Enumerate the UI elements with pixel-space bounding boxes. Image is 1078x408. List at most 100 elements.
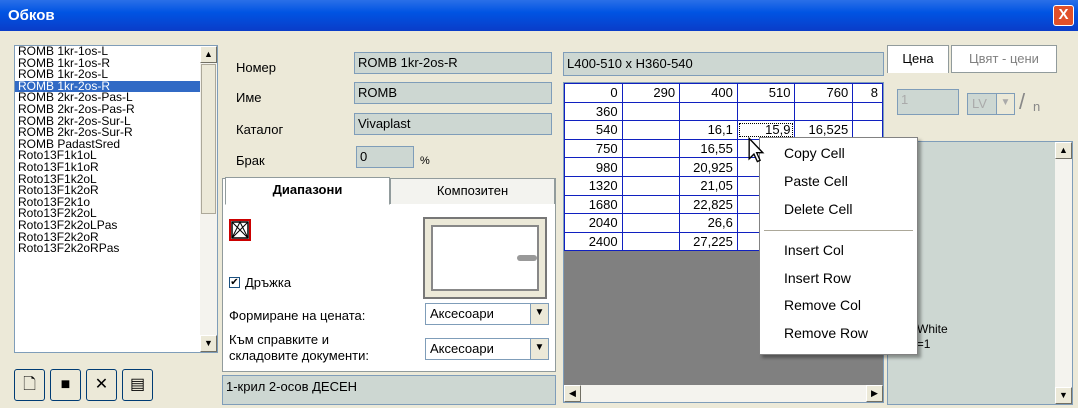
grid-cell[interactable]: 16,55 <box>679 138 738 159</box>
scroll-up-icon[interactable]: ▲ <box>1055 142 1072 159</box>
reports-select[interactable]: Аксесоари ▼ <box>425 338 549 360</box>
list-item[interactable]: ROMB 1kr-2os-R <box>15 80 202 93</box>
currency-select[interactable]: LV ▼ <box>967 93 1015 115</box>
grid-cell[interactable] <box>736 101 796 122</box>
scroll-right-icon[interactable]: ▶ <box>866 385 883 402</box>
list-item[interactable]: ROMB 2kr-2os-Sur-L <box>15 116 202 128</box>
list-item[interactable]: Roto13F1k2oL <box>15 174 202 186</box>
grid-cell[interactable]: 26,6 <box>679 213 738 233</box>
price-field[interactable]: 1 <box>897 89 959 115</box>
range-label: L400-510 x H360-540 <box>563 52 884 76</box>
context-menu: Copy Cell Paste Cell Delete Cell Insert … <box>759 137 918 355</box>
list-item[interactable]: Roto13F2k2oL <box>15 208 202 220</box>
list-item[interactable]: Roto13F1k1oL <box>15 150 202 162</box>
grid-cell[interactable]: 750 <box>564 138 623 159</box>
grid-cell[interactable] <box>621 175 681 196</box>
delete-button[interactable]: ✕ <box>86 369 117 401</box>
new-button[interactable]: 🗋 <box>14 369 45 401</box>
grid-cell[interactable] <box>621 213 681 233</box>
grid-cell[interactable]: 1320 <box>564 175 623 196</box>
tab-ranges[interactable]: Диапазони <box>225 177 390 205</box>
grid-cell[interactable]: 20,925 <box>679 157 738 177</box>
grid-cell[interactable]: 21,05 <box>679 175 738 196</box>
grid-cell[interactable]: 27,225 <box>679 231 738 252</box>
defect-field[interactable]: 0 <box>356 146 414 168</box>
description-field[interactable]: 1-крил 2-осов ДЕСЕН <box>222 375 556 405</box>
menu-copy-cell[interactable]: Copy Cell <box>784 145 845 161</box>
number-field[interactable]: ROMB 1kr-2os-R <box>354 52 552 74</box>
menu-remove-col[interactable]: Remove Col <box>784 297 861 313</box>
chevron-down-icon[interactable]: ▼ <box>996 94 1014 114</box>
chevron-down-icon[interactable]: ▼ <box>530 304 548 324</box>
grid-hscrollbar[interactable]: ◀ ▶ <box>564 385 883 402</box>
grid-cell[interactable]: 1680 <box>564 194 623 215</box>
grid-cell[interactable] <box>621 138 681 159</box>
grid-cell[interactable]: 980 <box>564 157 623 177</box>
list-item[interactable]: Roto13F2k1o <box>15 197 202 209</box>
grid-cell[interactable]: 22,825 <box>679 194 738 215</box>
hardware-list[interactable]: ROMB 1kr-1os-L ROMB 1kr-1os-R ROMB 1kr-2os… <box>14 45 218 353</box>
grid-cell[interactable] <box>679 101 738 122</box>
grid-cell[interactable] <box>794 101 854 122</box>
grid-cell[interactable]: 2400 <box>564 231 623 252</box>
tab-color-prices[interactable]: Цвят - цени <box>951 45 1057 73</box>
menu-insert-col[interactable]: Insert Col <box>784 242 844 258</box>
grid-cell[interactable]: 16,1 <box>679 120 738 140</box>
list-item[interactable]: ROMB PadastSred <box>15 139 202 151</box>
delete-icon: ✕ <box>94 376 109 393</box>
grid-cell[interactable]: 2040 <box>564 213 623 233</box>
grid-cell[interactable]: 400 <box>679 83 738 103</box>
list-item[interactable]: Roto13F2k2oRPas <box>15 243 202 255</box>
grid-cell[interactable] <box>621 120 681 140</box>
grid-row: 360 <box>564 101 883 122</box>
new-document-icon: 🗋 <box>23 376 36 393</box>
catalog-field[interactable]: Vivaplast <box>354 113 552 135</box>
scroll-up-icon[interactable]: ▲ <box>200 46 217 63</box>
list-scroll-thumb[interactable] <box>201 64 216 214</box>
scroll-down-icon[interactable]: ▼ <box>1055 387 1072 404</box>
grid-cell[interactable]: 290 <box>621 83 681 103</box>
list-item[interactable]: Roto13F2k2oLPas <box>15 220 202 232</box>
list-item[interactable]: ROMB 1kr-2os-L <box>15 69 202 81</box>
memo-vscrollbar[interactable]: ▲ ▼ <box>1055 142 1072 404</box>
list-item[interactable]: ROMB 2kr-2os-Pas-R <box>15 104 202 116</box>
scroll-left-icon[interactable]: ◀ <box>564 385 581 402</box>
grid-cell[interactable] <box>852 101 883 122</box>
handle-icon <box>517 255 537 261</box>
save-button[interactable]: ■ <box>50 369 81 401</box>
properties-button[interactable]: ▤ <box>122 369 153 401</box>
list-item[interactable]: ROMB 1kr-1os-R <box>15 58 202 70</box>
list-item[interactable]: ROMB 2kr-2os-Sur-R <box>15 127 202 139</box>
grid-cell[interactable]: 8 <box>852 83 883 103</box>
window-shape-icon[interactable] <box>229 219 251 241</box>
list-scrollbar[interactable]: ▲ ▼ <box>200 46 217 352</box>
list-item[interactable]: Roto13F1k1oR <box>15 162 202 174</box>
handle-checkbox[interactable]: ✔ <box>229 277 240 288</box>
menu-remove-row[interactable]: Remove Row <box>784 325 868 341</box>
grid-cell[interactable]: 760 <box>794 83 854 103</box>
grid-cell[interactable]: 0 <box>564 83 623 103</box>
menu-delete-cell[interactable]: Delete Cell <box>784 201 852 217</box>
grid-cell[interactable] <box>621 157 681 177</box>
grid-cell[interactable] <box>621 231 681 252</box>
grid-cell[interactable]: 360 <box>564 101 623 122</box>
grid-cell[interactable] <box>621 194 681 215</box>
tab-price[interactable]: Цена <box>887 45 949 73</box>
list-item[interactable]: ROMB 1kr-1os-L <box>15 46 202 58</box>
menu-paste-cell[interactable]: Paste Cell <box>784 173 848 189</box>
menu-insert-row[interactable]: Insert Row <box>784 270 851 286</box>
reports-label-1: Към справките и <box>229 332 330 347</box>
list-item[interactable]: Roto13F1k2oR <box>15 185 202 197</box>
grid-cell[interactable]: 540 <box>564 120 623 140</box>
list-item[interactable]: Roto13F2k2oR <box>15 232 202 244</box>
price-forming-select[interactable]: Аксесоари ▼ <box>425 303 549 325</box>
chevron-down-icon[interactable]: ▼ <box>530 339 548 359</box>
grid-cell[interactable] <box>621 101 681 122</box>
name-field[interactable]: ROMB <box>354 82 552 104</box>
grid-cell[interactable]: 510 <box>736 83 796 103</box>
list-item[interactable]: ROMB 2kr-2os-Pas-L <box>15 92 202 104</box>
defect-label: Брак <box>236 153 265 168</box>
tab-composite[interactable]: Композитен <box>390 178 555 204</box>
close-button[interactable]: X <box>1053 5 1074 26</box>
scroll-down-icon[interactable]: ▼ <box>200 335 217 352</box>
